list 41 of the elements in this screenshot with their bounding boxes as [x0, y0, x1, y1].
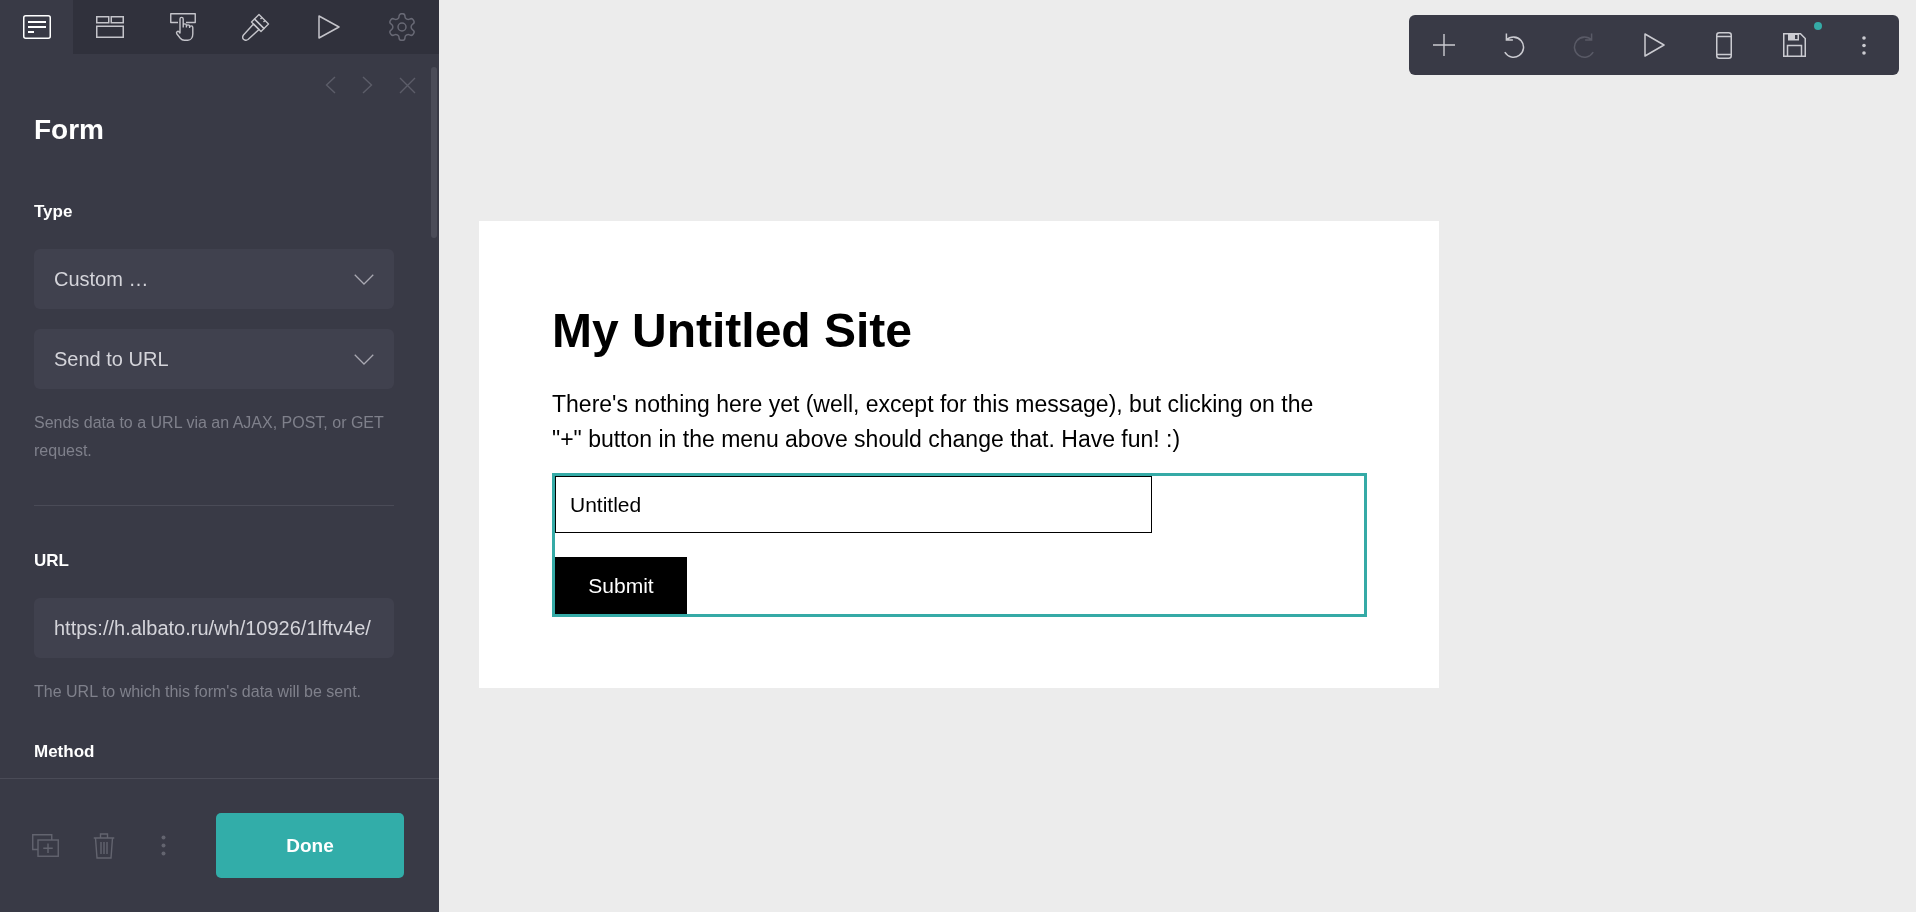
intro-text: There's nothing here yet (well, except for this message), but clicking on the "+" button in the menu above should change that. Have fun! :) [552, 390, 1315, 454]
device-button[interactable] [1716, 31, 1732, 59]
submit-button[interactable]: Submit [555, 557, 687, 614]
preview-button[interactable] [1643, 33, 1665, 57]
chevron-down-icon [354, 273, 374, 285]
vertical-dots-icon [1862, 35, 1866, 55]
document-lines-icon [22, 15, 51, 39]
chevron-right-icon [362, 76, 373, 94]
more-button[interactable] [1862, 35, 1866, 55]
site-title: My Untitled Site [552, 303, 914, 359]
field-label: URL [34, 551, 70, 571]
redo-icon [1573, 32, 1595, 58]
close-icon [399, 76, 416, 94]
hand-pointer-icon [169, 13, 196, 41]
play-icon [318, 15, 341, 39]
help-text: The URL to which this form's data will be sent. [34, 682, 363, 702]
form-block[interactable]: Untitled Submit [552, 473, 1367, 617]
layout-blocks-icon [95, 16, 124, 38]
panel-tab[interactable] [0, 0, 74, 54]
add-button[interactable] [1433, 34, 1455, 56]
phone-icon [1716, 31, 1732, 59]
field-label: Type [34, 202, 74, 222]
save-button[interactable] [1782, 33, 1806, 57]
text-input[interactable]: Untitled [555, 476, 1152, 533]
plus-icon [1433, 34, 1455, 56]
dropdown-select[interactable]: Custom … [34, 249, 394, 309]
paintbrush-icon [242, 13, 271, 41]
undo-icon [1503, 32, 1525, 58]
url-input[interactable]: https://h.albato.ru/wh/10926/1lftv4e/ [34, 598, 394, 658]
panel-title: Form [34, 114, 105, 146]
help-text: Sends data to a URL via an AJAX, POST, or GET request. [34, 413, 385, 461]
field-label: Method [34, 742, 96, 762]
undo-button[interactable] [1503, 32, 1525, 58]
chevron-down-icon [354, 353, 374, 365]
dropdown-select[interactable]: Send to URL [34, 329, 394, 389]
gear-icon [388, 13, 417, 41]
play-icon [1643, 33, 1665, 57]
vertical-dots-icon [161, 835, 166, 856]
trash-icon [93, 832, 115, 859]
chevron-left-icon [325, 76, 336, 94]
squares-plus-icon [32, 834, 59, 857]
